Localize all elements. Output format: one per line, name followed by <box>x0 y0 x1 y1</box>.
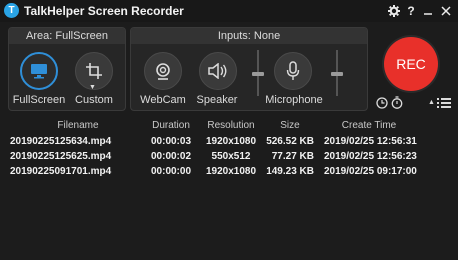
header-resolution[interactable]: Resolution <box>204 120 258 131</box>
fullscreen-label: FullScreen <box>12 94 66 106</box>
row-duration: 00:00:02 <box>150 151 192 162</box>
minimize-icon[interactable] <box>420 2 436 20</box>
row-size: 526.52 KB <box>266 136 314 147</box>
table-header: Filename Duration Resolution Size Create… <box>0 118 458 134</box>
app-logo-icon: T <box>4 3 19 18</box>
row-duration: 00:00:00 <box>150 166 192 177</box>
table-row[interactable]: 20190225125625.mp4 00:00:02 550x512 77.2… <box>0 149 458 164</box>
help-icon[interactable]: ? <box>403 2 419 20</box>
row-resolution: 550x512 <box>211 151 251 162</box>
row-create-time: 2019/02/25 12:56:23 <box>324 151 417 162</box>
area-heading: Area: FullScreen <box>9 28 125 44</box>
header-size[interactable]: Size <box>266 120 314 131</box>
app-logo-letter: T <box>8 5 15 16</box>
speaker-icon <box>208 63 227 79</box>
header-create-time[interactable]: Create Time <box>324 120 414 131</box>
crop-icon <box>86 63 102 79</box>
list-menu-icon[interactable] <box>437 97 451 112</box>
speaker-button[interactable] <box>199 52 237 90</box>
microphone-icon <box>286 61 300 80</box>
table-row[interactable]: 20190225091701.mp4 00:00:00 1920x1080 14… <box>0 164 458 179</box>
close-icon[interactable] <box>438 2 454 20</box>
chevron-down-icon[interactable]: ▼ <box>89 84 96 91</box>
area-panel: Area: FullScreen FullScreen ▼ Custom <box>8 27 126 111</box>
header-filename[interactable]: Filename <box>10 120 146 131</box>
row-filename: 20190225125625.mp4 <box>10 151 112 162</box>
webcam-button[interactable] <box>144 52 182 90</box>
webcam-icon <box>156 63 170 80</box>
app-window: T TalkHelper Screen Recorder ? Area: Ful… <box>0 0 458 260</box>
custom-label: Custom <box>75 94 113 106</box>
row-filename: 20190225125634.mp4 <box>10 136 112 147</box>
monitor-icon <box>31 64 47 79</box>
rec-button[interactable]: REC <box>384 37 438 91</box>
settings-gear-icon[interactable] <box>386 2 402 20</box>
webcam-label: WebCam <box>140 94 186 106</box>
row-size: 77.27 KB <box>271 151 314 162</box>
row-size: 149.23 KB <box>266 166 314 177</box>
row-create-time: 2019/02/25 12:56:31 <box>324 136 417 147</box>
schedule-clock-icon[interactable] <box>376 97 388 112</box>
inputs-heading: Inputs: None <box>131 28 367 44</box>
chevron-up-icon[interactable]: ▲ <box>428 99 435 106</box>
header-duration[interactable]: Duration <box>150 120 192 131</box>
title-bar: T TalkHelper Screen Recorder ? <box>0 0 458 22</box>
app-title: TalkHelper Screen Recorder <box>24 4 184 18</box>
microphone-button[interactable] <box>274 52 312 90</box>
speaker-volume-knob[interactable] <box>252 72 264 76</box>
fullscreen-button[interactable] <box>20 52 58 90</box>
table-row[interactable]: 20190225125634.mp4 00:00:03 1920x1080 52… <box>0 134 458 149</box>
row-duration: 00:00:03 <box>150 136 192 147</box>
microphone-volume-knob[interactable] <box>331 72 343 76</box>
row-filename: 20190225091701.mp4 <box>10 166 112 177</box>
row-create-time: 2019/02/25 09:17:00 <box>324 166 417 177</box>
speaker-label: Speaker <box>196 94 238 106</box>
inputs-panel: Inputs: None WebCam Speaker Microphone <box>130 27 368 111</box>
row-resolution: 1920x1080 <box>205 136 257 147</box>
microphone-label: Microphone <box>265 94 323 106</box>
recordings-table: Filename Duration Resolution Size Create… <box>0 118 458 179</box>
row-resolution: 1920x1080 <box>205 166 257 177</box>
timer-stopwatch-icon[interactable] <box>391 96 403 112</box>
